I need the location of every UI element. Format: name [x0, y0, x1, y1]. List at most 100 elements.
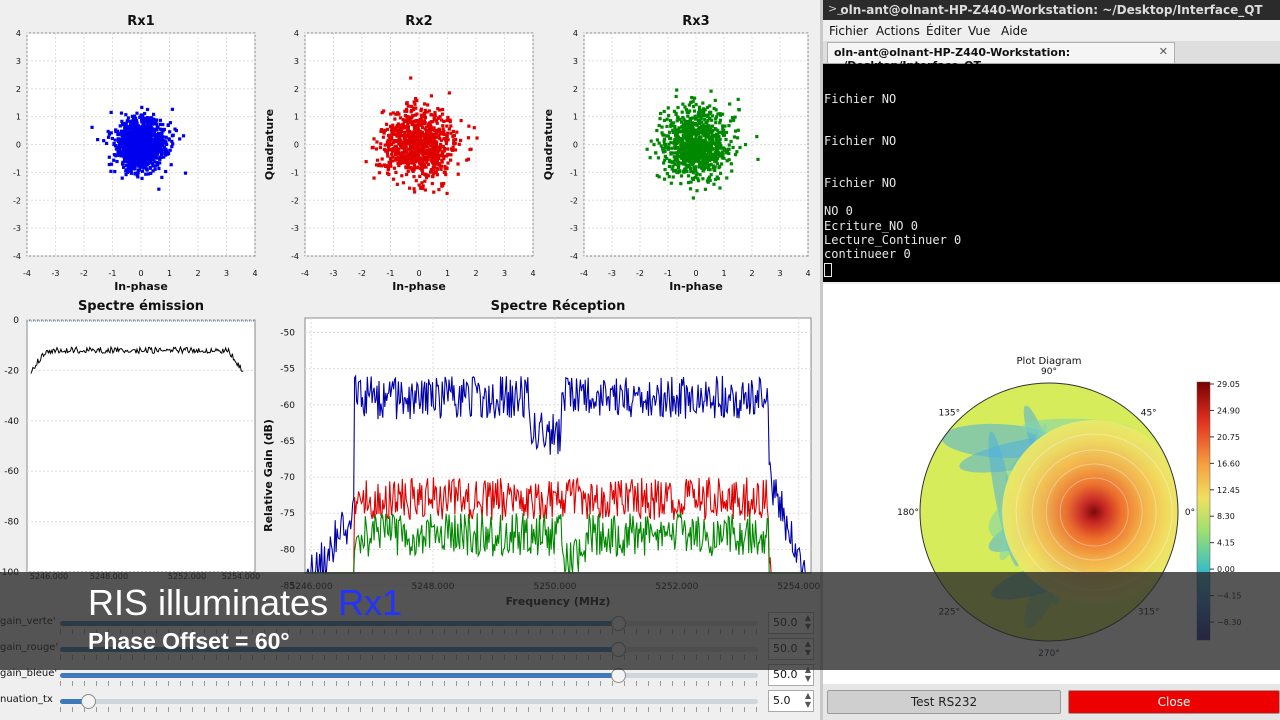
scatter-point [133, 114, 137, 118]
scatter-point [711, 153, 716, 157]
scatter-point [403, 141, 408, 146]
terminal-tab[interactable]: oln-ant@olnant-HP-Z440-Workstation: ~/De… [827, 42, 1175, 72]
scatter-point [413, 113, 418, 117]
scatter-point [407, 166, 411, 170]
scatter-point [420, 181, 424, 185]
scatter-point [133, 119, 138, 123]
scatter-point [132, 157, 136, 161]
close-button[interactable]: Close [1068, 690, 1280, 714]
scatter-point [140, 105, 144, 110]
scatter-point [401, 181, 406, 185]
scatter-point [733, 152, 738, 157]
spin-arrows-icon[interactable]: ▲▼ [805, 691, 811, 709]
scatter-point [124, 150, 128, 154]
scatter-point [694, 134, 698, 138]
y-tick-label: -60 [4, 467, 19, 477]
scatter-point [406, 132, 411, 136]
test-rs232-button[interactable]: Test RS232 [827, 690, 1061, 714]
scatter-point [424, 165, 428, 169]
scatter-point [380, 111, 384, 115]
scatter-point [698, 173, 702, 177]
scatter-point [655, 138, 660, 142]
y-tick-label: -80 [280, 545, 295, 555]
scatter-point [424, 125, 429, 129]
slider-row: nuation_tx 5.0 ▲ ▼ [0, 690, 820, 712]
scatter-point [730, 169, 734, 173]
scatter-point [713, 98, 717, 103]
scatter-point [388, 161, 393, 165]
x-tick-label: 1 [721, 269, 726, 278]
scatter-point [692, 109, 697, 113]
value-spinbox[interactable]: 5.0 ▲ ▼ [768, 690, 814, 712]
scatter-point [110, 136, 115, 141]
scatter-point [449, 158, 453, 162]
scatter-point [731, 145, 735, 150]
terminal-output[interactable]: Fichier NO Fichier NO Fichier NO NO 0 Ec… [823, 64, 1280, 282]
scatter-point [413, 149, 418, 153]
colorbar-label: 29.05 [1217, 380, 1240, 389]
x-tick-label: -3 [330, 269, 338, 278]
scatter-point [174, 128, 178, 133]
scatter-point [665, 134, 669, 138]
scatter-point [419, 166, 423, 171]
scatter-point [157, 166, 161, 171]
scatter-point [432, 113, 437, 117]
scatter-point [656, 156, 661, 160]
scatter-point [426, 162, 430, 166]
y-tick-label: -3 [13, 224, 21, 233]
scatter-point [684, 166, 688, 171]
scatter-point [145, 168, 149, 172]
scatter-point [124, 153, 128, 158]
x-tick-label: 3 [224, 269, 229, 278]
slider-track[interactable] [60, 668, 758, 683]
scatter-point [648, 156, 652, 160]
terminal-line: Ecriture_NO 0 [824, 219, 918, 233]
close-tab-icon[interactable]: ✕ [1159, 45, 1168, 58]
scatter-point [384, 122, 389, 126]
terminal-titlebar[interactable]: >_ oln-ant@olnant-HP-Z440-Workstation: ~… [823, 0, 1280, 20]
menu-aide[interactable]: Aide [1001, 24, 1028, 38]
scatter-point [374, 163, 379, 167]
menu-editer[interactable]: Éditer [926, 24, 962, 38]
scatter-point [715, 157, 719, 161]
menu-actions[interactable]: Actions [876, 24, 920, 38]
scatter-point [431, 160, 435, 165]
scatter-point [136, 175, 140, 179]
scatter-point [390, 128, 394, 132]
scatter-point [390, 152, 394, 156]
scatter-point [117, 143, 121, 147]
scatter-point [440, 160, 444, 164]
scatter-point [725, 159, 729, 163]
scatter-point [138, 143, 142, 147]
scatter-point [130, 119, 134, 123]
scatter-point [140, 124, 144, 129]
scatter-point [421, 160, 425, 164]
scatter-point [710, 157, 714, 161]
scatter-point [677, 147, 681, 151]
scatter-point [452, 133, 456, 138]
scatter-point [701, 177, 705, 181]
slider-track[interactable] [60, 694, 758, 709]
scatter-point [427, 135, 431, 139]
scatter-point [669, 152, 673, 156]
scatter-point [107, 162, 111, 167]
scatter-point [666, 106, 670, 110]
scatter-point [674, 140, 678, 144]
scatter-point [104, 141, 109, 146]
scatter-point [681, 102, 685, 106]
scatter-point [659, 111, 663, 116]
scatter-point [655, 128, 659, 133]
angle-label: 45° [1141, 408, 1157, 418]
scatter-point [697, 122, 702, 126]
scatter-point [421, 149, 426, 153]
scatter-point [686, 180, 691, 185]
menu-vue[interactable]: Vue [968, 24, 990, 38]
scatter-point [702, 109, 706, 114]
menu-fichier[interactable]: Fichier [829, 24, 868, 38]
scatter-point [440, 107, 445, 112]
scatter-point [407, 141, 411, 146]
scatter-point [132, 130, 136, 134]
scatter-point [680, 152, 684, 157]
scatter-point [445, 118, 449, 123]
scatter-point [714, 117, 718, 121]
